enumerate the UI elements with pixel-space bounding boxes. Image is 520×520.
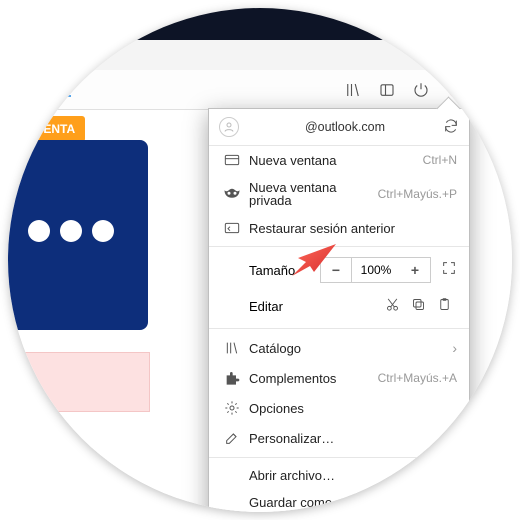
tab-strip <box>8 40 512 71</box>
hamburger-menu-button[interactable] <box>474 76 504 104</box>
power-icon[interactable] <box>406 76 436 104</box>
bookmark-star-icon[interactable] <box>16 76 46 104</box>
edit-row: Editar <box>209 289 469 324</box>
edit-label: Editar <box>221 299 379 314</box>
shortcut: Ctrl+N <box>423 154 457 166</box>
paint-icon <box>221 430 243 446</box>
shortcut: Ctrl+Mayús.+P <box>378 188 457 200</box>
menu-library[interactable]: Catálogo › <box>209 333 469 363</box>
carousel-dots[interactable] <box>28 220 114 242</box>
shortcut: Ctrl+S <box>423 497 457 509</box>
gear-icon <box>221 400 243 416</box>
menu-label: Nueva ventana <box>243 154 423 167</box>
pink-placeholder <box>8 352 150 412</box>
puzzle-icon <box>221 370 243 386</box>
copy-icon[interactable] <box>405 297 431 316</box>
menu-label: Nueva ventana privada <box>243 181 378 207</box>
restore-icon <box>221 221 243 235</box>
zoom-out-button[interactable]: − <box>320 257 352 283</box>
shortcut: Ctrl+Mayús.+A <box>378 372 457 384</box>
menu-addons[interactable]: Complementos Ctrl+Mayús.+A <box>209 363 469 393</box>
zoom-row: Tamaño − 100% + <box>209 251 469 289</box>
menu-customize[interactable]: Personalizar… <box>209 423 469 453</box>
menu-label: Guardar como… <box>243 496 423 509</box>
zoom-in-button[interactable]: + <box>400 257 431 283</box>
chevron-right-icon: › <box>446 341 457 355</box>
zoom-value: 100% <box>352 257 400 283</box>
menu-open-file[interactable]: Abrir archivo… Ctrl+O <box>209 462 469 489</box>
cut-icon[interactable] <box>379 297 405 316</box>
menu-label: Opciones <box>243 402 457 415</box>
menu-restore-session[interactable]: Restaurar sesión anterior <box>209 214 469 242</box>
menu-label: Catálogo <box>243 342 446 355</box>
downloads-icon[interactable] <box>50 76 80 104</box>
library-icon <box>221 340 243 356</box>
account-header[interactable]: @outlook.com <box>209 109 469 146</box>
paste-icon[interactable] <box>431 297 457 316</box>
mask-icon <box>221 188 243 200</box>
menu-options[interactable]: Opciones <box>209 393 469 423</box>
window-icon <box>221 153 243 167</box>
menu-label: Personalizar… <box>243 432 457 445</box>
menu-label: Restaurar sesión anterior <box>243 222 457 235</box>
shortcut: Ctrl+O <box>422 470 457 482</box>
sidebar-icon[interactable] <box>372 76 402 104</box>
menu-label: Abrir archivo… <box>243 469 422 482</box>
browser-toolbar <box>8 70 512 110</box>
menu-save-as[interactable]: Guardar como… Ctrl+S <box>209 489 469 512</box>
menu-new-window[interactable]: Nueva ventana Ctrl+N <box>209 146 469 174</box>
library-icon[interactable] <box>338 76 368 104</box>
menu-label: Complementos <box>243 372 378 385</box>
window-titlebar <box>8 8 512 40</box>
avatar-icon <box>219 117 239 137</box>
menu-new-private[interactable]: Nueva ventana privada Ctrl+Mayús.+P <box>209 174 469 214</box>
sync-icon[interactable] <box>441 118 459 137</box>
account-banner[interactable]: R CUENTA <box>8 116 85 142</box>
app-menu-panel: @outlook.com Nueva ventana Ctrl+N Nueva … <box>208 108 470 512</box>
fullscreen-icon[interactable] <box>441 260 457 281</box>
account-email: @outlook.com <box>249 120 441 134</box>
zoom-label: Tamaño <box>221 263 320 278</box>
